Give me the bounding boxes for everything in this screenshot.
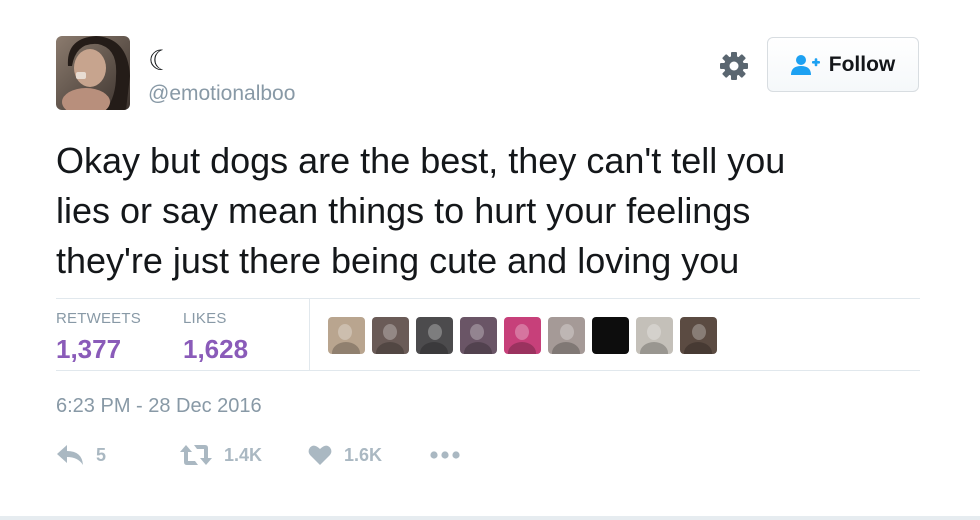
like-count: 1.6K bbox=[344, 444, 383, 465]
reply-count: 5 bbox=[96, 444, 107, 465]
more-dots-icon bbox=[430, 451, 460, 459]
more-button[interactable] bbox=[430, 440, 460, 470]
tweet-timestamp[interactable]: 6:23 PM - 28 Dec 2016 bbox=[56, 394, 262, 418]
reply-icon bbox=[57, 445, 83, 465]
gear-icon[interactable] bbox=[718, 50, 750, 82]
retweets-stat[interactable]: RETWEETS 1,377 bbox=[56, 310, 141, 364]
stats-separator bbox=[309, 299, 310, 370]
retweets-count: 1,377 bbox=[56, 334, 122, 364]
reply-button[interactable]: 5 bbox=[56, 440, 106, 470]
heart-icon bbox=[308, 445, 332, 465]
add-user-icon bbox=[790, 54, 820, 75]
retweets-label: RETWEETS bbox=[56, 310, 141, 327]
author-avatar-image bbox=[56, 36, 130, 110]
likes-stat[interactable]: LIKES 1,628 bbox=[183, 310, 248, 364]
tweet-actions: 5 1.4K 1.6K bbox=[56, 440, 556, 470]
liker-avatar-2[interactable] bbox=[372, 317, 409, 354]
liker-avatar-5[interactable] bbox=[504, 317, 541, 354]
retweet-button[interactable]: 1.4K bbox=[180, 440, 262, 470]
like-button[interactable]: 1.6K bbox=[308, 440, 382, 470]
retweet-icon bbox=[180, 445, 212, 465]
author-display-name[interactable]: ☾ bbox=[148, 46, 173, 76]
likers-avatar-list bbox=[328, 317, 717, 354]
liker-avatar-6[interactable] bbox=[548, 317, 585, 354]
follow-button-label: Follow bbox=[828, 52, 896, 76]
stats-top-divider bbox=[56, 298, 920, 299]
liker-avatar-3[interactable] bbox=[416, 317, 453, 354]
likes-label: LIKES bbox=[183, 310, 227, 327]
tweet-card: ☾ @emotionalboo Follow Okay but dogs are… bbox=[0, 0, 980, 520]
follow-button[interactable]: Follow bbox=[767, 37, 919, 92]
liker-avatar-1[interactable] bbox=[328, 317, 365, 354]
tweet-bottom-border bbox=[0, 516, 980, 520]
liker-avatar-8[interactable] bbox=[636, 317, 673, 354]
liker-avatar-7[interactable] bbox=[592, 317, 629, 354]
liker-avatar-9[interactable] bbox=[680, 317, 717, 354]
likes-count: 1,628 bbox=[183, 334, 249, 364]
author-avatar[interactable] bbox=[56, 36, 130, 110]
tweet-text: Okay but dogs are the best, they can't t… bbox=[56, 140, 786, 281]
liker-avatar-4[interactable] bbox=[460, 317, 497, 354]
stats-bottom-divider bbox=[56, 370, 920, 371]
author-handle[interactable]: @emotionalboo bbox=[148, 82, 295, 106]
retweet-count: 1.4K bbox=[224, 444, 263, 465]
